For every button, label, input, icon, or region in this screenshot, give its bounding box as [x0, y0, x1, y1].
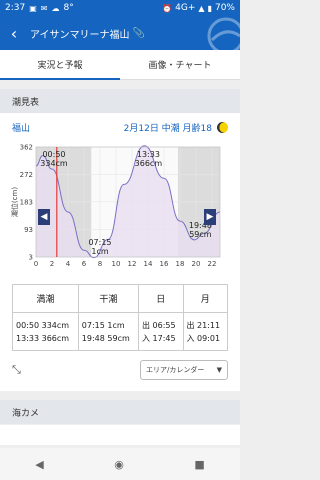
nav-home-icon[interactable]: ◉ [114, 458, 124, 471]
tab-forecast[interactable]: 実況と予報 [0, 50, 120, 80]
y-tick-label: 93 [24, 226, 33, 234]
image-notification-icon: ▣ [29, 3, 37, 13]
annotation-level: 1cm [91, 247, 108, 256]
location-link[interactable]: 福山 [12, 121, 30, 134]
nav-back-icon[interactable]: ◀ [35, 458, 43, 471]
annotation-level: 59cm [189, 230, 212, 239]
chevron-down-icon: ▼ [216, 366, 222, 374]
header-high-tide: 満潮 [12, 284, 79, 313]
status-bar: 2:37 ▣ ✉ ☁ 8° ⏰ 4G+ ▲ ▮ 70% [0, 0, 240, 16]
back-arrow-icon[interactable]: ‹ [4, 24, 24, 43]
tab-forecast-label: 実況と予報 [37, 61, 83, 71]
alarm-icon: ⏰ [162, 3, 173, 13]
moonset: 入 09:01 [186, 333, 221, 343]
x-tick-label: 0 [34, 260, 38, 268]
message-notification-icon: ✉ [40, 3, 48, 13]
tide-card: 福山 2月12日 中潮 月齢18 0 2 4 6 8 10 12 14 16 18 20 22 3 93 1… [0, 113, 240, 391]
nav-recents-icon[interactable]: ■ [194, 458, 204, 471]
sunset: 入 17:45 [142, 333, 176, 343]
system-nav-bar: ◀ ◉ ■ [0, 448, 240, 480]
x-tick-label: 12 [128, 260, 137, 268]
swap-arrows-icon[interactable]: ⤡ [12, 363, 21, 377]
tab-images-charts[interactable]: 画像・チャート [120, 50, 240, 79]
controls-row: ⤡ エリア/カレンダー ▼ [12, 359, 228, 381]
y-tick-label: 183 [20, 198, 33, 206]
app-bar: ‹ アイサンマリーナ福山 📎 [0, 16, 240, 50]
high-tide-2: 13:33 366cm [16, 333, 70, 343]
annotation-time: 13:33 [137, 150, 160, 159]
chart-next-button[interactable]: ▶ [204, 209, 216, 225]
date-selector[interactable]: 2月12日 中潮 月齢18 [124, 121, 212, 134]
tab-images-charts-label: 画像・チャート [148, 61, 212, 71]
x-tick-label: 2 [50, 260, 54, 268]
annotation-time: 00:50 [42, 150, 65, 159]
low-tide-2: 19:48 59cm [81, 333, 130, 343]
annotation-time: 07:15 [88, 238, 111, 247]
status-temperature: 8° [63, 3, 74, 13]
low-tide-cell: 07:15 1cm 19:48 59cm [77, 312, 140, 351]
camera-section-heading: 海カメ [0, 400, 240, 424]
x-tick-label: 18 [176, 260, 185, 268]
y-axis-label: 潮位(cm) [10, 187, 19, 217]
tab-bar: 実況と予報 画像・チャート [0, 50, 240, 80]
moonrise: 出 21:11 [186, 320, 221, 330]
sun-cell: 出 06:55 入 17:45 [138, 312, 184, 351]
header-sun: 日 [138, 284, 184, 313]
y-tick-label: 362 [20, 144, 33, 152]
chart-prev-button[interactable]: ◀ [38, 209, 50, 225]
annotation-level: 366cm [135, 159, 163, 168]
x-tick-label: 8 [98, 260, 102, 268]
sunrise: 出 06:55 [142, 320, 176, 330]
paperclip-icon[interactable]: 📎 [133, 28, 145, 39]
high-tide-1: 00:50 334cm [16, 320, 70, 330]
area-calendar-select[interactable]: エリア/カレンダー ▼ [140, 360, 228, 380]
status-time: 2:37 [5, 3, 26, 13]
moon-cell: 出 21:11 入 09:01 [182, 312, 228, 351]
tide-table: 満潮 干潮 日 月 00:50 334cm 13:33 366cm 07:15 … [12, 284, 228, 351]
tide-table-header-row: 満潮 干潮 日 月 [12, 284, 228, 313]
x-tick-label: 10 [112, 260, 121, 268]
x-tick-label: 22 [208, 260, 217, 268]
high-tide-cell: 00:50 334cm 13:33 366cm [12, 312, 79, 351]
x-tick-label: 16 [160, 260, 169, 268]
y-tick-label: 3 [29, 254, 33, 262]
x-tick-label: 6 [82, 260, 87, 268]
tide-info-row: 福山 2月12日 中潮 月齢18 [12, 119, 228, 135]
page-title: アイサンマリーナ福山 [30, 29, 130, 41]
tide-section-heading: 潮見表 [0, 89, 240, 113]
x-tick-label: 20 [192, 260, 201, 268]
tide-table-row: 00:50 334cm 13:33 366cm 07:15 1cm 19:48 … [12, 312, 228, 351]
network-label: 4G+ [175, 3, 196, 13]
brand-logo-icon [207, 17, 240, 50]
area-calendar-select-label: エリア/カレンダー [146, 366, 205, 374]
x-tick-label: 4 [66, 260, 71, 268]
header-low-tide: 干潮 [77, 284, 140, 313]
battery-percent: 70% [214, 3, 235, 13]
camera-card [0, 425, 240, 445]
x-tick-label: 14 [144, 260, 153, 268]
y-tick-label: 272 [20, 171, 33, 179]
header-moon: 月 [182, 284, 228, 313]
battery-icon: ▮ [207, 3, 212, 13]
annotation-level: 334cm [40, 159, 68, 168]
weather-icon: ☁ [51, 3, 60, 13]
low-tide-1: 07:15 1cm [81, 320, 125, 330]
moon-phase-icon [217, 121, 228, 133]
signal-icon: ▲ [198, 3, 205, 13]
tide-chart: 0 2 4 6 8 10 12 14 16 18 20 22 3 93 183 272 362 潮位(cm) 00:… [10, 141, 230, 291]
